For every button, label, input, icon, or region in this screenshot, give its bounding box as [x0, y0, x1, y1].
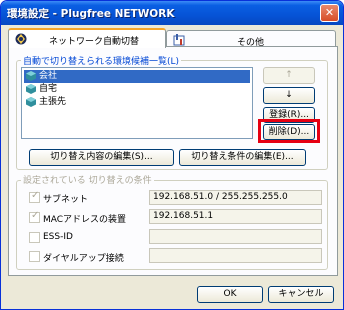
- list-item[interactable]: 会社: [24, 70, 250, 83]
- conditions-group-label: 設定されている 切り替えの条件: [21, 173, 154, 186]
- environment-cube-icon: [26, 71, 36, 81]
- edit-switch-condition-button[interactable]: 切り替え条件の編集(E)...: [179, 149, 306, 166]
- ess-id-label: ESS-ID: [43, 232, 73, 242]
- list-item-label: 自宅: [39, 84, 58, 94]
- dialup-field: [149, 248, 322, 263]
- environment-list[interactable]: 会社 自宅 主張先: [21, 67, 253, 139]
- close-button[interactable]: ✕: [320, 4, 339, 22]
- settings-dialog: 環境設定 - Plugfree NETWORK ✕ ネットワーク自動切替 その他…: [0, 0, 344, 310]
- list-item[interactable]: 自宅: [24, 83, 250, 96]
- dialup-label: ダイヤルアップ接続: [43, 254, 124, 264]
- subnet-label: サブネット: [43, 195, 89, 205]
- list-item[interactable]: 主張先: [24, 96, 250, 109]
- edit-switch-content-button[interactable]: 切り替え内容の編集(S)...: [29, 149, 174, 166]
- arrow-up-icon: ↑: [285, 70, 293, 80]
- mac-address-field: 192.168.51.1: [149, 209, 322, 224]
- edit-switch-condition-label: 切り替え条件の編集(E)...: [191, 152, 294, 162]
- window-title: 環境設定 - Plugfree NETWORK: [7, 8, 175, 20]
- tab-network-auto-switch[interactable]: ネットワーク自動切替: [8, 28, 166, 48]
- environment-cube-icon: [26, 84, 36, 94]
- list-item-label: 主張先: [39, 97, 67, 107]
- mac-address-label: MACアドレスの装置: [43, 215, 127, 225]
- move-up-button[interactable]: ↑: [263, 67, 315, 84]
- ok-button[interactable]: OK: [197, 286, 263, 303]
- subnet-field: 192.168.51.0 / 255.255.255.0: [149, 190, 322, 205]
- auto-switch-group-label: 自動で切り替えられる環境候補一覧(L): [21, 54, 182, 67]
- ok-button-label: OK: [223, 289, 237, 299]
- environment-cube-icon: [26, 97, 36, 107]
- delete-button-highlight: [258, 119, 320, 143]
- ess-id-field: [149, 229, 322, 244]
- list-item-label: 会社: [39, 71, 58, 81]
- move-down-button[interactable]: ↓: [263, 87, 315, 104]
- cancel-button[interactable]: キャンセル: [268, 286, 334, 303]
- checkmark-icon: ✓: [31, 190, 40, 201]
- edit-switch-content-label: 切り替え内容の編集(S)...: [50, 152, 153, 162]
- network-auto-switch-icon: [15, 33, 27, 45]
- tab-label: ネットワーク自動切替: [49, 37, 140, 47]
- checkmark-icon: ✓: [31, 210, 40, 221]
- ess-id-checkbox[interactable]: [29, 232, 40, 243]
- close-icon: ✕: [324, 6, 335, 19]
- dialup-checkbox[interactable]: [29, 251, 40, 262]
- subnet-checkbox[interactable]: ✓: [29, 190, 40, 203]
- settings-tool-icon: [173, 34, 185, 46]
- title-bar[interactable]: 環境設定 - Plugfree NETWORK ✕: [1, 1, 343, 25]
- arrow-down-icon: ↓: [285, 90, 293, 100]
- mac-address-checkbox[interactable]: ✓: [29, 210, 40, 223]
- cancel-button-label: キャンセル: [278, 289, 324, 299]
